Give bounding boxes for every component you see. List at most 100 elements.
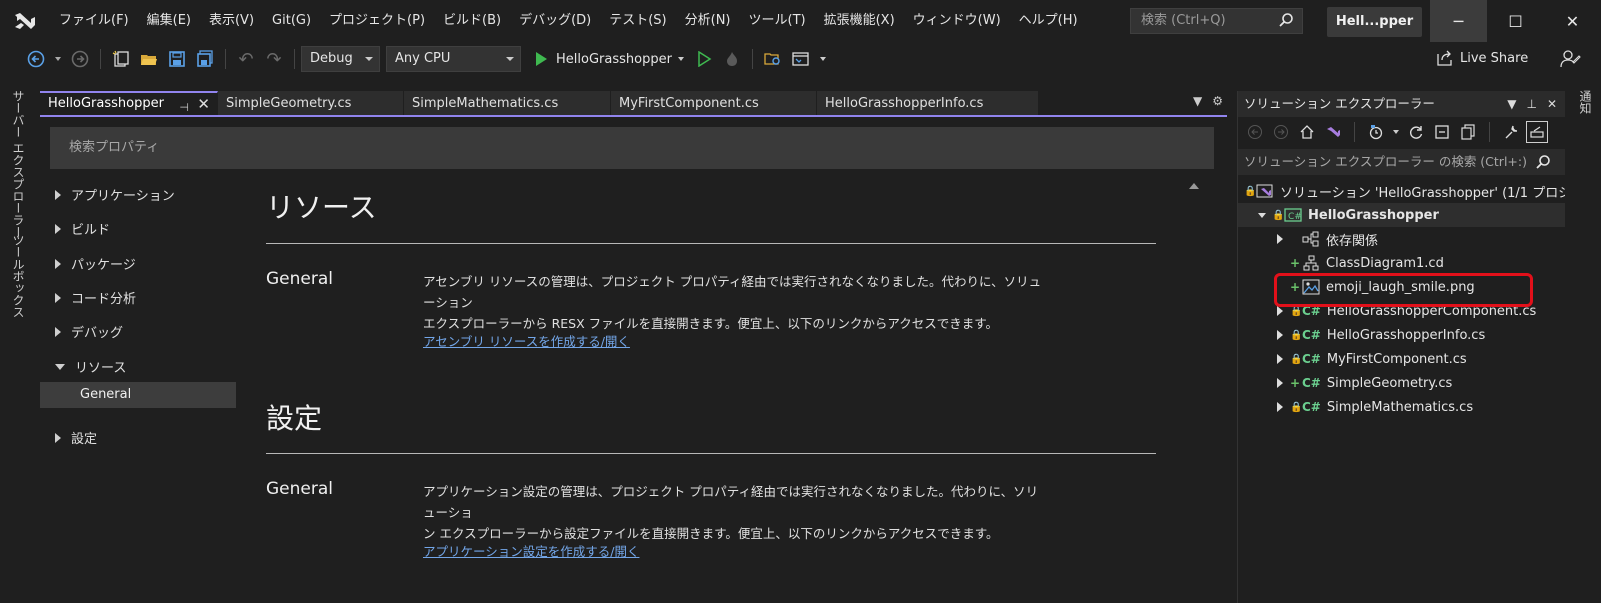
platform-select[interactable]: Any CPU xyxy=(386,46,521,72)
subheading-general: General xyxy=(266,479,333,499)
solution-title-badge[interactable]: Hell...pper xyxy=(1327,7,1422,37)
new-project-button[interactable] xyxy=(110,48,132,70)
menu-test[interactable]: テスト(S) xyxy=(600,0,675,42)
expand-arrow-icon[interactable] xyxy=(1274,401,1286,413)
save-all-button[interactable] xyxy=(194,48,216,70)
forward-button[interactable] xyxy=(1270,121,1292,143)
tab-hellograsshopperinfo[interactable]: HelloGrasshopperInfo.cs xyxy=(817,91,1039,116)
tree-item-dependencies[interactable]: 依存関係 xyxy=(1238,227,1565,251)
server-explorer-tab[interactable]: サーバー エクスプローラー xyxy=(10,90,27,238)
gear-icon[interactable]: ⚙ xyxy=(1212,94,1223,108)
tree-item-solution[interactable]: 🔒 ソリューション 'HelloGrasshopper' (1/1 プロジェ xyxy=(1238,179,1565,203)
toolbar-options-button[interactable] xyxy=(818,48,828,70)
maximize-button[interactable]: ☐ xyxy=(1487,0,1544,42)
expand-arrow-icon xyxy=(55,432,61,443)
left-tool-strip: サーバー エクスプローラー ツールボックス xyxy=(0,86,34,603)
menu-tools[interactable]: ツール(T) xyxy=(740,0,815,42)
navigate-forward-button[interactable] xyxy=(69,48,91,70)
nav-item-debug[interactable]: デバッグ xyxy=(55,322,123,341)
save-button[interactable] xyxy=(166,48,188,70)
navigate-back-dropdown[interactable] xyxy=(53,48,63,70)
switch-views-button[interactable] xyxy=(1322,121,1344,143)
properties-search-input[interactable]: 検索プロパティ xyxy=(50,127,1214,169)
start-without-debugging-button[interactable] xyxy=(693,48,715,70)
scroll-up-icon[interactable] xyxy=(1189,183,1199,189)
minimize-button[interactable]: ─ xyxy=(1430,0,1487,42)
properties-button[interactable] xyxy=(1500,121,1522,143)
nav-item-settings[interactable]: 設定 xyxy=(55,428,97,447)
description-line: アプリケーション設定の管理は、プロジェクト プロパティ経由では実行されなくなりま… xyxy=(423,484,1039,520)
sync-button[interactable] xyxy=(1405,121,1427,143)
tree-item-classdiagram[interactable]: + ClassDiagram1.cd xyxy=(1238,251,1565,275)
show-all-files-button[interactable] xyxy=(1457,121,1479,143)
nav-item-code-analysis[interactable]: コード分析 xyxy=(55,288,136,307)
feedback-icon[interactable] xyxy=(1559,48,1581,70)
tree-item-project[interactable]: 🔒 C# HelloGrasshopper xyxy=(1238,203,1565,227)
expand-arrow-icon[interactable] xyxy=(1274,329,1286,341)
pending-changes-filter-button[interactable] xyxy=(1365,121,1387,143)
back-button[interactable] xyxy=(1244,121,1266,143)
menu-extensions[interactable]: 拡張機能(X) xyxy=(815,0,904,42)
nav-item-build[interactable]: ビルド xyxy=(55,219,110,238)
find-in-files-button[interactable] xyxy=(762,48,784,70)
redo-button[interactable]: ↷ xyxy=(263,48,285,70)
start-debugging-button[interactable]: HelloGrasshopper xyxy=(533,51,684,67)
nav-item-package[interactable]: パッケージ xyxy=(55,254,136,273)
configuration-select[interactable]: Debug xyxy=(301,46,380,72)
tab-myfirstcomponent[interactable]: MyFirstComponent.cs xyxy=(611,91,817,116)
create-open-settings-link[interactable]: アプリケーション設定を作成する/開く xyxy=(423,541,639,560)
pin-icon[interactable]: ⊣ xyxy=(179,97,189,116)
collapse-arrow-icon[interactable] xyxy=(1256,209,1268,221)
expand-arrow-icon[interactable] xyxy=(1274,233,1286,245)
collapse-all-button[interactable] xyxy=(1431,121,1453,143)
tree-item-myfirstcomponent[interactable]: 🔒 C# MyFirstComponent.cs xyxy=(1238,347,1565,371)
toolbox-tab[interactable]: ツールボックス xyxy=(10,234,27,318)
menu-file[interactable]: ファイル(F) xyxy=(50,0,138,42)
expand-arrow-icon[interactable] xyxy=(1274,353,1286,365)
menu-debug[interactable]: デバッグ(D) xyxy=(510,0,600,42)
editor-scrollbar[interactable] xyxy=(1185,177,1203,603)
preview-icon xyxy=(1530,126,1544,138)
menu-view[interactable]: 表示(V) xyxy=(200,0,263,42)
preview-selected-items-button[interactable] xyxy=(1526,121,1548,143)
search-icon xyxy=(1536,155,1550,169)
tree-item-simplemathematics[interactable]: 🔒 C# SimpleMathematics.cs xyxy=(1238,395,1565,419)
navigate-back-button[interactable] xyxy=(25,48,47,70)
open-folder-button[interactable] xyxy=(138,48,160,70)
create-open-resources-link[interactable]: アセンブリ リソースを作成する/開く xyxy=(423,331,630,350)
tab-hellograsshopper[interactable]: HelloGrasshopper ⊣ ✕ xyxy=(40,91,218,116)
menu-build[interactable]: ビルド(B) xyxy=(434,0,510,42)
menu-edit[interactable]: 編集(E) xyxy=(138,0,200,42)
folder-search-icon xyxy=(764,53,780,65)
pin-icon[interactable]: ⊥ xyxy=(1526,91,1536,117)
nav-item-resources[interactable]: リソース xyxy=(55,357,126,376)
tree-item-simplegeometry[interactable]: + C# SimpleGeometry.cs xyxy=(1238,371,1565,395)
nav-item-resources-general[interactable]: General xyxy=(40,382,236,408)
close-window-button[interactable]: ✕ xyxy=(1544,0,1601,42)
hot-reload-button[interactable] xyxy=(721,48,743,70)
undo-button[interactable]: ↶ xyxy=(235,48,257,70)
menu-help[interactable]: ヘルプ(H) xyxy=(1010,0,1087,42)
tree-item-hellograsshopperinfo[interactable]: 🔒 C# HelloGrasshopperInfo.cs xyxy=(1238,323,1565,347)
expand-arrow-icon[interactable] xyxy=(1274,377,1286,389)
window-position-dropdown-icon[interactable]: ▼ xyxy=(1507,91,1516,117)
menu-git[interactable]: Git(G) xyxy=(263,0,320,42)
nav-item-application[interactable]: アプリケーション xyxy=(55,185,175,204)
tab-simplemathematics[interactable]: SimpleMathematics.cs xyxy=(404,91,611,116)
solution-explorer-search-input[interactable]: ソリューション エクスプローラー の検索 (Ctrl+:) xyxy=(1238,149,1565,175)
tab-list-dropdown-icon[interactable]: ▼ xyxy=(1193,94,1202,108)
menu-project[interactable]: プロジェクト(P) xyxy=(320,0,434,42)
home-button[interactable] xyxy=(1296,121,1318,143)
live-share-button[interactable]: Live Share xyxy=(1436,49,1528,67)
menu-analyze[interactable]: 分析(N) xyxy=(676,0,740,42)
live-share-label: Live Share xyxy=(1460,50,1529,66)
menu-window[interactable]: ウィンドウ(W) xyxy=(904,0,1010,42)
global-search-input[interactable]: 検索 (Ctrl+Q) xyxy=(1130,8,1303,34)
close-icon[interactable]: ✕ xyxy=(197,93,210,115)
window-layout-button[interactable] xyxy=(790,48,812,70)
tab-simplegeometry[interactable]: SimpleGeometry.cs xyxy=(218,91,404,116)
close-icon[interactable]: ✕ xyxy=(1547,91,1557,117)
filter-dropdown-button[interactable] xyxy=(1391,121,1401,143)
notifications-tab[interactable]: 通知 xyxy=(1577,90,1594,114)
visual-studio-logo-icon[interactable] xyxy=(12,8,38,34)
